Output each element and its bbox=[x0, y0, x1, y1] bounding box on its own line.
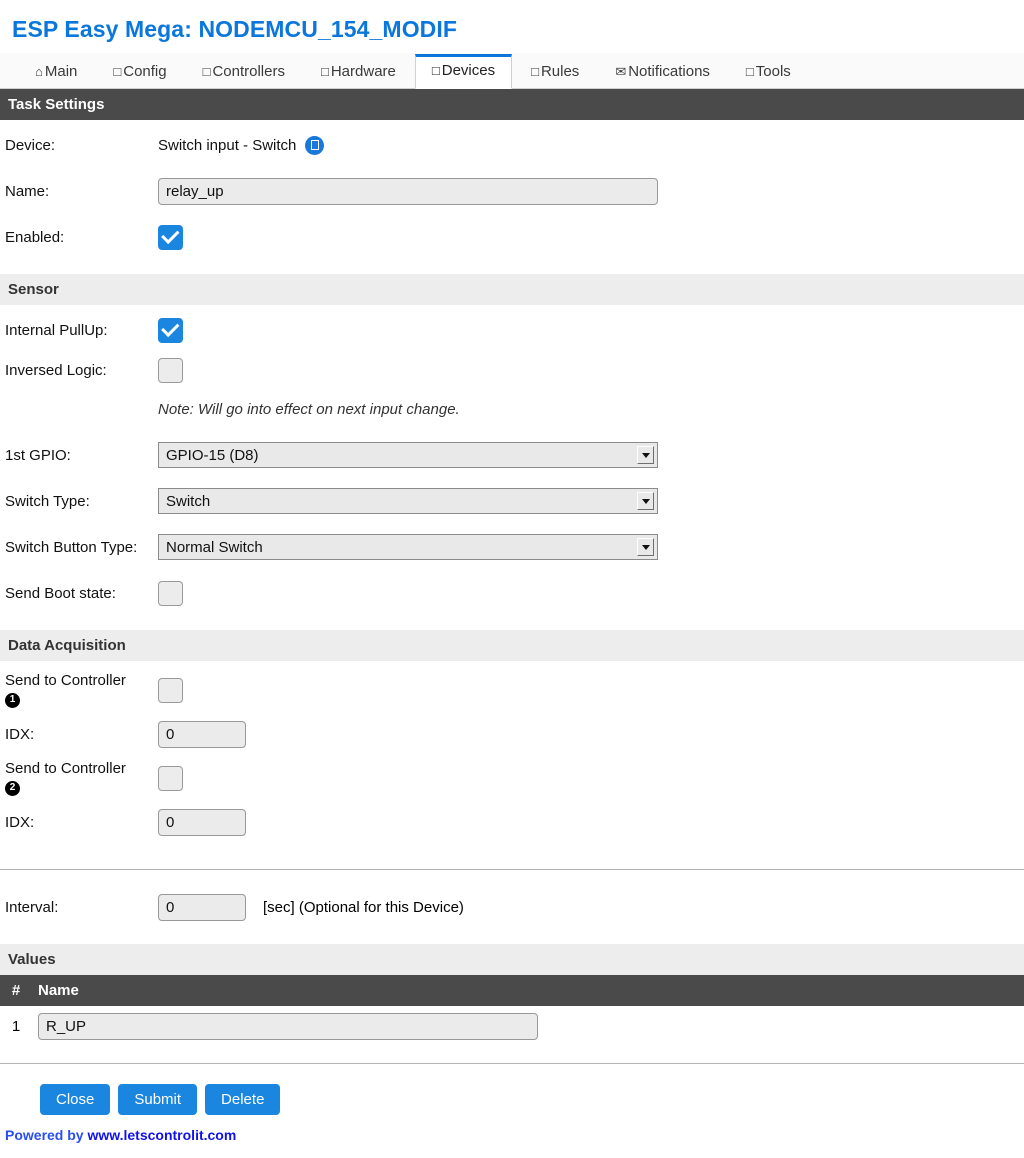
row-first-gpio: 1st GPIO: GPIO-15 (D8) bbox=[0, 440, 1024, 470]
row-send-to-controller-2: Send to Controller 2 bbox=[0, 759, 1024, 797]
name-label: Name: bbox=[5, 182, 50, 200]
send-to-controller-1-checkbox[interactable] bbox=[158, 677, 183, 703]
send-boot-state-label: Send Boot state: bbox=[5, 584, 116, 602]
tab-hardware-label: Hardware bbox=[330, 63, 396, 80]
chevron-down-icon[interactable] bbox=[637, 538, 654, 556]
internal-pullup-label: Internal PullUp: bbox=[5, 321, 108, 339]
envelope-icon: ✉ bbox=[615, 64, 627, 79]
letscontrolit-link[interactable]: www.letscontrolit.com bbox=[87, 1127, 236, 1143]
tab-tools[interactable]: □ Tools bbox=[729, 55, 808, 89]
enabled-label: Enabled: bbox=[5, 228, 65, 246]
send-to-controller-2-label: Send to Controller 2 bbox=[5, 759, 158, 797]
row-interval: Interval: [sec] (Optional for this Devic… bbox=[0, 892, 1024, 922]
idx-1-input[interactable] bbox=[158, 720, 246, 748]
first-gpio-value: GPIO-15 (D8) bbox=[166, 446, 259, 464]
row-send-boot-state: Send Boot state: bbox=[0, 578, 1024, 608]
tab-tools-label: Tools bbox=[755, 63, 791, 80]
values-column-name: Name bbox=[38, 982, 79, 999]
chevron-down-icon[interactable] bbox=[637, 446, 654, 464]
row-device: Device: Switch input - Switch bbox=[0, 130, 1024, 160]
inversed-logic-note: Note: Will go into effect on next input … bbox=[158, 401, 460, 418]
tab-main-label: Main bbox=[44, 63, 78, 80]
close-button[interactable]: Close bbox=[40, 1084, 111, 1115]
row-inversed-logic: Inversed Logic: bbox=[0, 355, 1024, 385]
tab-config-label: Config bbox=[123, 63, 167, 80]
tab-hardware[interactable]: □ Hardware bbox=[304, 55, 413, 89]
tab-controllers-label: Controllers bbox=[212, 63, 285, 80]
first-gpio-label: 1st GPIO: bbox=[5, 446, 71, 464]
box-icon: □ bbox=[531, 64, 539, 79]
info-icon[interactable] bbox=[305, 135, 325, 155]
row-switch-button-type: Switch Button Type: Normal Switch bbox=[0, 532, 1024, 562]
row-internal-pullup: Internal PullUp: bbox=[0, 315, 1024, 345]
tab-config[interactable]: □ Config bbox=[96, 55, 183, 89]
delete-button[interactable]: Delete bbox=[205, 1084, 281, 1115]
home-icon: ⌂ bbox=[35, 64, 43, 79]
row-enabled: Enabled: bbox=[0, 222, 1024, 252]
switch-button-type-value: Normal Switch bbox=[166, 538, 263, 556]
switch-button-type-select[interactable]: Normal Switch bbox=[158, 534, 658, 560]
send-to-controller-2-text: Send to Controller bbox=[5, 760, 126, 777]
tab-devices[interactable]: □ Devices bbox=[414, 54, 513, 89]
row-send-to-controller-1: Send to Controller 1 bbox=[0, 671, 1024, 709]
enabled-checkbox[interactable] bbox=[158, 224, 183, 250]
section-header-values: Values bbox=[0, 944, 1024, 975]
name-input[interactable] bbox=[158, 177, 658, 205]
powered-by-label: Powered by bbox=[5, 1127, 88, 1143]
device-value: Switch input - Switch bbox=[158, 136, 297, 154]
box-icon: □ bbox=[320, 64, 329, 79]
values-table-header: # Name bbox=[0, 975, 1024, 1006]
footer: Powered by www.letscontrolit.com bbox=[0, 1115, 1024, 1143]
interval-label: Interval: bbox=[5, 898, 59, 916]
row-name: Name: bbox=[0, 176, 1024, 206]
table-row: 1 bbox=[0, 1006, 1024, 1047]
chevron-down-icon[interactable] bbox=[637, 492, 654, 510]
box-icon: □ bbox=[113, 64, 122, 79]
controller-number-1: 1 bbox=[5, 692, 20, 708]
inversed-logic-checkbox[interactable] bbox=[158, 357, 183, 383]
tab-rules[interactable]: □ Rules bbox=[514, 55, 596, 89]
inversed-logic-label: Inversed Logic: bbox=[5, 361, 107, 379]
submit-button[interactable]: Submit bbox=[118, 1084, 198, 1115]
tab-controllers[interactable]: □ Controllers bbox=[186, 55, 302, 89]
page-title: ESP Easy Mega: NODEMCU_154_MODIF bbox=[12, 16, 458, 42]
idx-2-label: IDX: bbox=[5, 813, 35, 831]
tab-devices-label: Devices bbox=[441, 62, 496, 79]
switch-button-type-label: Switch Button Type: bbox=[5, 538, 138, 556]
tab-notifications-label: Notifications bbox=[628, 63, 710, 80]
send-to-controller-1-label: Send to Controller 1 bbox=[5, 671, 158, 709]
row-switch-type: Switch Type: Switch bbox=[0, 486, 1024, 516]
idx-1-label: IDX: bbox=[5, 725, 35, 743]
tab-notifications[interactable]: ✉ Notifications bbox=[598, 55, 727, 89]
interval-suffix: [sec] (Optional for this Device) bbox=[263, 898, 464, 916]
box-icon: □ bbox=[745, 64, 754, 79]
send-to-controller-2-checkbox[interactable] bbox=[158, 765, 183, 791]
idx-2-input[interactable] bbox=[158, 808, 246, 836]
section-header-data-acquisition: Data Acquisition bbox=[0, 630, 1024, 661]
first-gpio-select[interactable]: GPIO-15 (D8) bbox=[158, 442, 658, 468]
row-idx-1: IDX: bbox=[0, 719, 1024, 749]
value-row-number: 1 bbox=[11, 1018, 21, 1035]
box-icon: □ bbox=[202, 64, 211, 79]
tab-rules-label: Rules bbox=[540, 63, 580, 80]
interval-input[interactable] bbox=[158, 893, 246, 921]
box-icon: □ bbox=[431, 63, 440, 78]
section-header-task-settings: Task Settings bbox=[0, 89, 1024, 120]
switch-type-label: Switch Type: bbox=[5, 492, 90, 510]
form-actions: Close Submit Delete bbox=[0, 1084, 1024, 1115]
switch-type-select[interactable]: Switch bbox=[158, 488, 658, 514]
main-navigation-tabs: ⌂ Main □ Config □ Controllers □ Hardware □ De… bbox=[0, 53, 1024, 89]
values-column-num: # bbox=[11, 982, 21, 999]
send-to-controller-1-text: Send to Controller bbox=[5, 672, 126, 689]
value-name-input[interactable] bbox=[38, 1013, 538, 1040]
device-label: Device: bbox=[5, 136, 56, 154]
row-idx-2: IDX: bbox=[0, 807, 1024, 837]
tab-main[interactable]: ⌂ Main bbox=[18, 55, 94, 89]
controller-number-2: 2 bbox=[5, 780, 20, 796]
send-boot-state-checkbox[interactable] bbox=[158, 580, 183, 606]
switch-type-value: Switch bbox=[166, 492, 211, 510]
section-header-sensor: Sensor bbox=[0, 274, 1024, 305]
internal-pullup-checkbox[interactable] bbox=[158, 317, 183, 343]
